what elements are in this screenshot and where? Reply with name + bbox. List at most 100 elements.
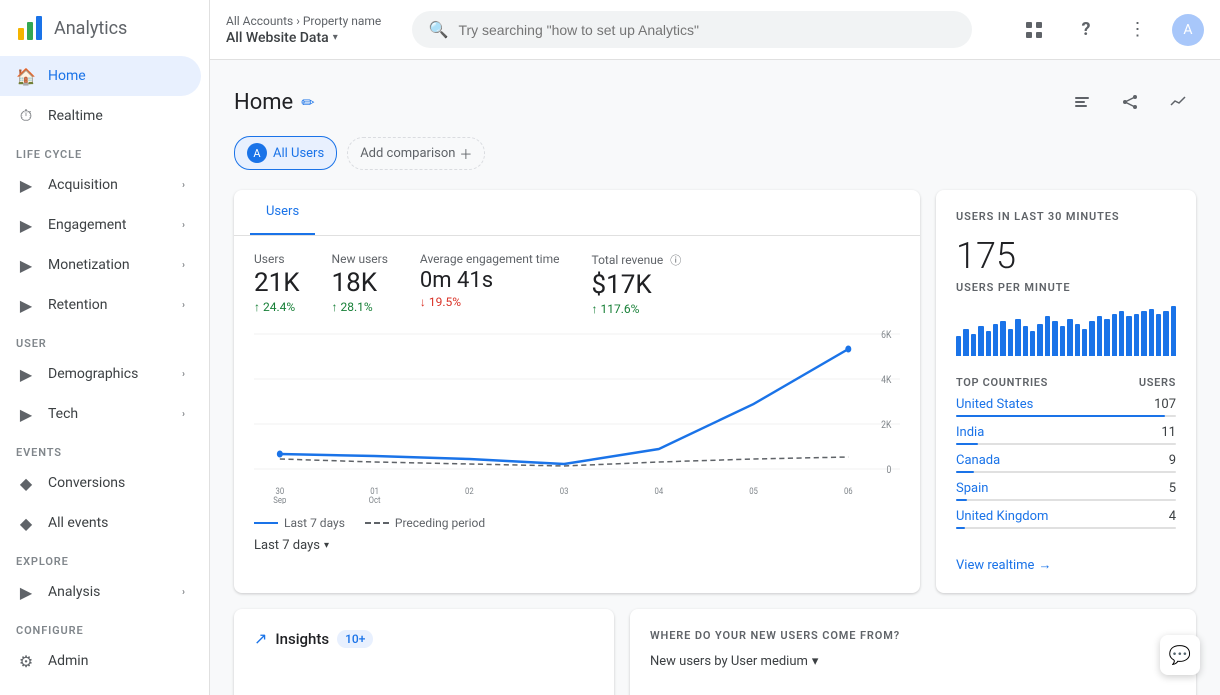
main-content: Home ✏ A All Users Add comparison ＋	[210, 60, 1220, 695]
realtime-bar	[986, 331, 991, 356]
engagement-change: ↓ 19.5%	[420, 295, 560, 309]
avatar[interactable]: A	[1172, 14, 1204, 46]
analytics-logo-icon	[16, 14, 44, 42]
svg-text:4K: 4K	[881, 374, 891, 386]
breadcrumb-property: Property name	[303, 14, 381, 28]
edit-icon[interactable]: ✏	[301, 93, 314, 112]
country-count: 107	[1154, 397, 1176, 412]
sidebar-item-monetization[interactable]: ▶ Monetization ›	[0, 245, 201, 285]
country-count: 9	[1169, 453, 1176, 468]
add-comparison-button[interactable]: Add comparison ＋	[347, 137, 485, 170]
search-input[interactable]	[458, 22, 954, 38]
help-button[interactable]: ?	[1068, 12, 1104, 48]
sidebar-all-events-label: All events	[48, 515, 108, 531]
demographics-icon: ▶	[16, 364, 36, 384]
section-explore: EXPLORE	[0, 543, 209, 572]
source-dropdown[interactable]: New users by User medium ▾	[650, 654, 1176, 669]
top-countries-label: TOP COUNTRIES	[956, 376, 1048, 389]
source-dropdown-label: New users by User medium	[650, 654, 808, 669]
svg-text:Sep: Sep	[273, 495, 286, 504]
chevron-right-icon: ›	[182, 300, 185, 311]
more-options-button[interactable]: ⋮	[1120, 12, 1156, 48]
revenue-change: ↑ 117.6%	[591, 302, 681, 316]
customize-report-button[interactable]	[1064, 84, 1100, 120]
view-realtime-link[interactable]: View realtime →	[956, 557, 1176, 573]
sidebar-item-conversions[interactable]: ◆ Conversions	[0, 463, 201, 503]
engagement-icon: ▶	[16, 215, 36, 235]
sidebar-item-home[interactable]: 🏠 Home	[0, 56, 201, 96]
add-icon: ＋	[459, 144, 472, 163]
engagement-value: 0m 41s	[420, 268, 560, 293]
sidebar-item-acquisition[interactable]: ▶ Acquisition ›	[0, 165, 201, 205]
svg-text:05: 05	[749, 486, 758, 497]
metric-users: Users 21K ↑ 24.4%	[254, 252, 300, 316]
monetization-icon: ▶	[16, 255, 36, 275]
country-bar-track	[956, 471, 1176, 473]
share-button[interactable]	[1112, 84, 1148, 120]
home-icon: 🏠	[16, 66, 36, 86]
sidebar-retention-label: Retention	[48, 297, 108, 313]
chat-button[interactable]: 💬	[1160, 635, 1200, 675]
sidebar-monetization-label: Monetization	[48, 257, 130, 273]
country-row: United Kingdom 4	[956, 509, 1176, 529]
metric-revenue: Total revenue ⓘ $17K ↑ 117.6%	[591, 252, 681, 316]
apps-button[interactable]	[1016, 12, 1052, 48]
line-chart: 6K 4K 2K 0 30 Sep 01 Oct 02	[254, 324, 900, 504]
realtime-bar-chart	[956, 306, 1176, 356]
realtime-bar	[1126, 316, 1131, 356]
insights-icon: ↗	[254, 629, 267, 648]
avatar-letter: A	[1183, 22, 1192, 38]
date-filter[interactable]: Last 7 days ▾	[234, 530, 920, 553]
metrics-row: Users 21K ↑ 24.4% New users 18K ↑ 28.1% …	[234, 236, 920, 324]
sidebar-item-engagement[interactable]: ▶ Engagement ›	[0, 205, 201, 245]
search-bar[interactable]: 🔍	[412, 11, 972, 48]
realtime-bar	[1104, 319, 1109, 357]
realtime-bar	[1008, 329, 1013, 357]
filters-row: A All Users Add comparison ＋	[234, 136, 1196, 170]
countries-header: TOP COUNTRIES USERS	[956, 376, 1176, 389]
chart-legend: Last 7 days Preceding period	[234, 508, 920, 530]
compare-button[interactable]	[1160, 84, 1196, 120]
metric-engagement: Average engagement time 0m 41s ↓ 19.5%	[420, 252, 560, 316]
chart-tab-users[interactable]: Users	[250, 190, 315, 235]
chart-tabs: Users	[234, 190, 920, 236]
sidebar-item-realtime[interactable]: ⏱ Realtime	[0, 96, 201, 136]
country-count: 11	[1161, 425, 1176, 440]
revenue-value: $17K	[591, 270, 681, 300]
insights-title: Insights	[275, 630, 329, 648]
realtime-bar	[1037, 324, 1042, 357]
filter-avatar: A	[247, 143, 267, 163]
tech-icon: ▶	[16, 404, 36, 424]
new-users-value: 18K	[332, 268, 388, 298]
country-info: Spain 5	[956, 481, 1176, 496]
sidebar-home-label: Home	[48, 68, 86, 84]
sidebar-item-tech[interactable]: ▶ Tech ›	[0, 394, 201, 434]
country-row: United States 107	[956, 397, 1176, 417]
topbar: All Accounts › Property name All Website…	[210, 0, 1220, 60]
property-selector[interactable]: All Website Data ▾	[226, 30, 381, 46]
all-users-chip[interactable]: A All Users	[234, 136, 337, 170]
country-bar-track	[956, 443, 1176, 445]
sidebar-item-all-events[interactable]: ◆ All events	[0, 503, 201, 543]
realtime-bar	[1097, 316, 1102, 356]
view-realtime-label: View realtime	[956, 558, 1034, 573]
sidebar-demographics-label: Demographics	[48, 366, 138, 382]
country-bar-fill	[956, 499, 967, 501]
info-icon: ⓘ	[670, 254, 681, 267]
sidebar-item-retention[interactable]: ▶ Retention ›	[0, 285, 201, 325]
app-logo: Analytics	[0, 0, 209, 56]
country-bar-track	[956, 527, 1176, 529]
realtime-bar	[993, 324, 998, 357]
country-name: United Kingdom	[956, 509, 1048, 524]
svg-text:06: 06	[844, 486, 853, 497]
sidebar-item-demographics[interactable]: ▶ Demographics ›	[0, 354, 201, 394]
realtime-bar	[1082, 329, 1087, 357]
chevron-right-icon: ›	[182, 369, 185, 380]
sidebar: Analytics 🏠 Home ⏱ Realtime LIFE CYCLE ▶…	[0, 0, 210, 695]
realtime-value: 175	[956, 235, 1176, 277]
country-info: India 11	[956, 425, 1176, 440]
realtime-bar	[1015, 319, 1020, 357]
sidebar-item-analysis[interactable]: ▶ Analysis ›	[0, 572, 201, 612]
sidebar-item-admin[interactable]: ⚙ Admin	[0, 641, 201, 681]
country-bar-track	[956, 415, 1176, 417]
